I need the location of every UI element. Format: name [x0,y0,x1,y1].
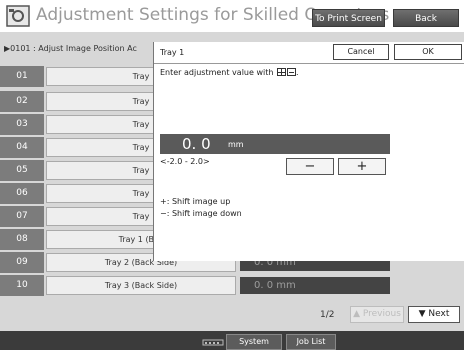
hint-shift-down: −: Shift image down [160,209,242,218]
decrease-button[interactable]: − [286,158,334,175]
value-unit: mm [228,140,244,149]
value-range: <-2.0 - 2.0> [160,157,210,166]
previous-page-button[interactable]: ▲ Previous [350,306,404,323]
status-bar: System Status Job List [0,331,464,350]
row-number: 09 [0,252,44,273]
adjustment-dialog: Tray 1 Cancel OK Enter adjustment value … [153,42,464,261]
cancel-button[interactable]: Cancel [333,44,389,60]
row-number: 03 [0,114,44,135]
list-row: 10 Tray 3 (Back Side) 0. 0 mm [0,275,464,296]
minus-key-icon [286,68,296,76]
next-page-button[interactable]: ▼ Next [408,306,460,323]
back-button[interactable]: Back [393,9,459,27]
row-item-button[interactable]: Tray 3 (Back Side) [46,276,236,295]
hint-shift-up: +: Shift image up [160,197,231,206]
adjustment-value: 0. 0 [182,135,211,153]
row-number: 08 [0,229,44,250]
row-number: 07 [0,206,44,227]
system-status-button[interactable]: System Status [226,334,282,350]
instruction-label: Enter adjustment value with [160,68,274,77]
row-value: 0. 0 mm [240,277,390,294]
row-number: 04 [0,137,44,158]
status-indicator-icon [202,339,224,346]
row-number: 10 [0,275,44,296]
title-bar: Adjustment Settings for Skilled Operator… [0,0,464,32]
dialog-title: Tray 1 [160,48,185,57]
page-indicator: 1/2 [320,310,335,320]
ok-button[interactable]: OK [394,44,462,60]
print-screen-button[interactable]: To Print Screen [312,9,385,27]
row-number: 05 [0,160,44,181]
row-number: 01 [0,66,44,87]
value-display: 0. 0 mm [160,134,390,154]
job-list-button[interactable]: Job List [286,334,336,350]
row-number: 02 [0,91,44,112]
row-number: 06 [0,183,44,204]
list-subheading: ▶0101 : Adjust Image Position Ac [4,44,137,53]
increase-button[interactable]: + [338,158,386,175]
adjustment-tool-icon [6,5,30,27]
hash-key-icon [276,68,286,76]
dialog-divider [154,63,464,64]
instruction-text: Enter adjustment value with . [160,68,299,77]
